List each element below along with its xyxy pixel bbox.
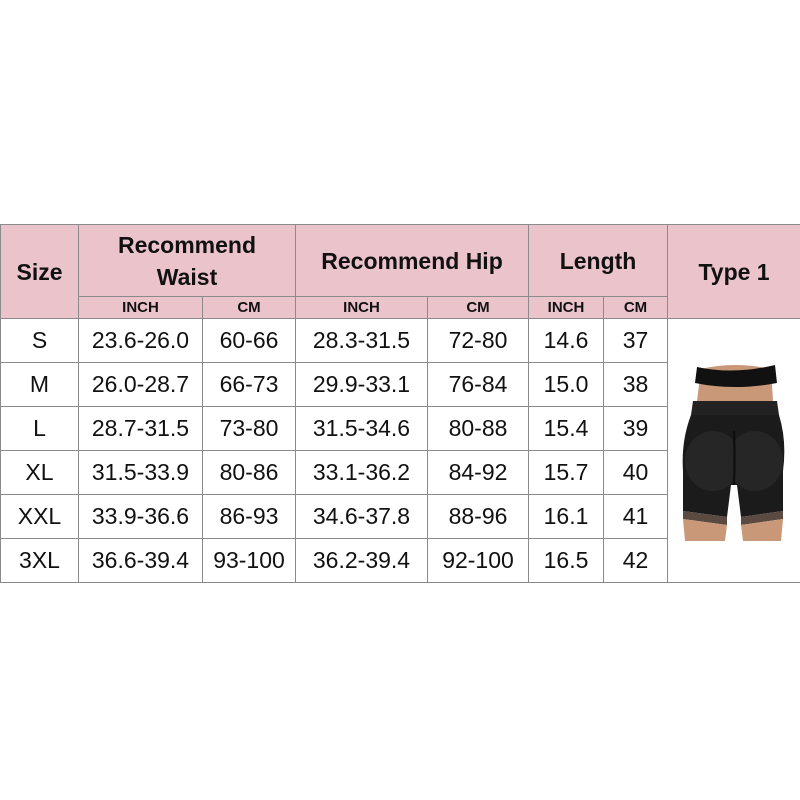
hip-inch-cell: 29.9-33.1	[295, 362, 428, 407]
hip-inch-cell: 33.1-36.2	[295, 450, 428, 495]
length-inch-cell: 16.5	[528, 538, 605, 583]
length-cm-header: CM	[603, 296, 669, 319]
length-inch-cell: 14.6	[528, 318, 605, 363]
hip-inch-cell: 36.2-39.4	[295, 538, 428, 583]
hip-header: Recommend Hip	[294, 224, 530, 297]
hip-cm-cell: 76-84	[426, 362, 530, 407]
shorts-product-image	[679, 361, 789, 541]
length-inch-cell: 15.7	[528, 450, 605, 495]
length-inch-header: INCH	[528, 296, 605, 319]
waist-cm-cell: 73-80	[202, 406, 296, 451]
waist-cm-cell: 93-100	[202, 538, 296, 583]
waist-inch-cell: 26.0-28.7	[78, 362, 203, 407]
length-cm-cell: 38	[603, 362, 669, 407]
type-header: Type 1	[667, 224, 800, 319]
hip-cm-cell: 72-80	[426, 318, 530, 363]
table-row: S 23.6-26.0 60-66 28.3-31.5 72-80 14.6 3…	[0, 318, 800, 583]
length-inch-cell: 16.1	[528, 494, 605, 539]
length-cm-cell: 42	[603, 538, 669, 583]
hip-cm-header: CM	[426, 296, 530, 319]
size-cell: XL	[0, 450, 79, 495]
waist-cm-cell: 80-86	[202, 450, 296, 495]
size-cell: XXL	[0, 494, 79, 539]
size-chart-table: Size Recommend Waist Recommend Hip Lengt…	[0, 224, 800, 583]
waist-inch-cell: 23.6-26.0	[78, 318, 203, 363]
waist-inch-cell: 31.5-33.9	[78, 450, 203, 495]
shorts-icon	[682, 364, 785, 541]
hip-cm-cell: 84-92	[426, 450, 530, 495]
waist-inch-cell: 33.9-36.6	[78, 494, 203, 539]
waist-cm-cell: 66-73	[202, 362, 296, 407]
product-photo-cell	[667, 318, 800, 583]
size-cell: L	[0, 406, 79, 451]
waist-inch-cell: 28.7-31.5	[78, 406, 203, 451]
length-header: Length	[528, 224, 669, 297]
hip-cm-cell: 80-88	[426, 406, 530, 451]
length-inch-cell: 15.0	[528, 362, 605, 407]
length-cm-cell: 41	[603, 494, 669, 539]
waist-header-label: Recommend Waist	[117, 231, 257, 290]
length-inch-cell: 15.4	[528, 406, 605, 451]
hip-cm-cell: 88-96	[426, 494, 530, 539]
size-cell: 3XL	[0, 538, 79, 583]
hip-inch-cell: 34.6-37.8	[295, 494, 428, 539]
waist-inch-header: INCH	[78, 296, 203, 319]
hip-inch-header: INCH	[295, 296, 428, 319]
hip-inch-cell: 28.3-31.5	[295, 318, 428, 363]
size-cell: M	[0, 362, 79, 407]
waist-cm-cell: 60-66	[202, 318, 296, 363]
hip-inch-cell: 31.5-34.6	[295, 406, 428, 451]
size-cell: S	[0, 318, 79, 363]
waist-inch-cell: 36.6-39.4	[78, 538, 203, 583]
length-cm-cell: 40	[603, 450, 669, 495]
length-cm-cell: 39	[603, 406, 669, 451]
size-header: Size	[0, 224, 79, 319]
waist-header: Recommend Waist	[78, 224, 296, 297]
waist-cm-cell: 86-93	[202, 494, 296, 539]
length-cm-cell: 37	[603, 318, 669, 363]
hip-cm-cell: 92-100	[426, 538, 530, 583]
waist-cm-header: CM	[202, 296, 296, 319]
